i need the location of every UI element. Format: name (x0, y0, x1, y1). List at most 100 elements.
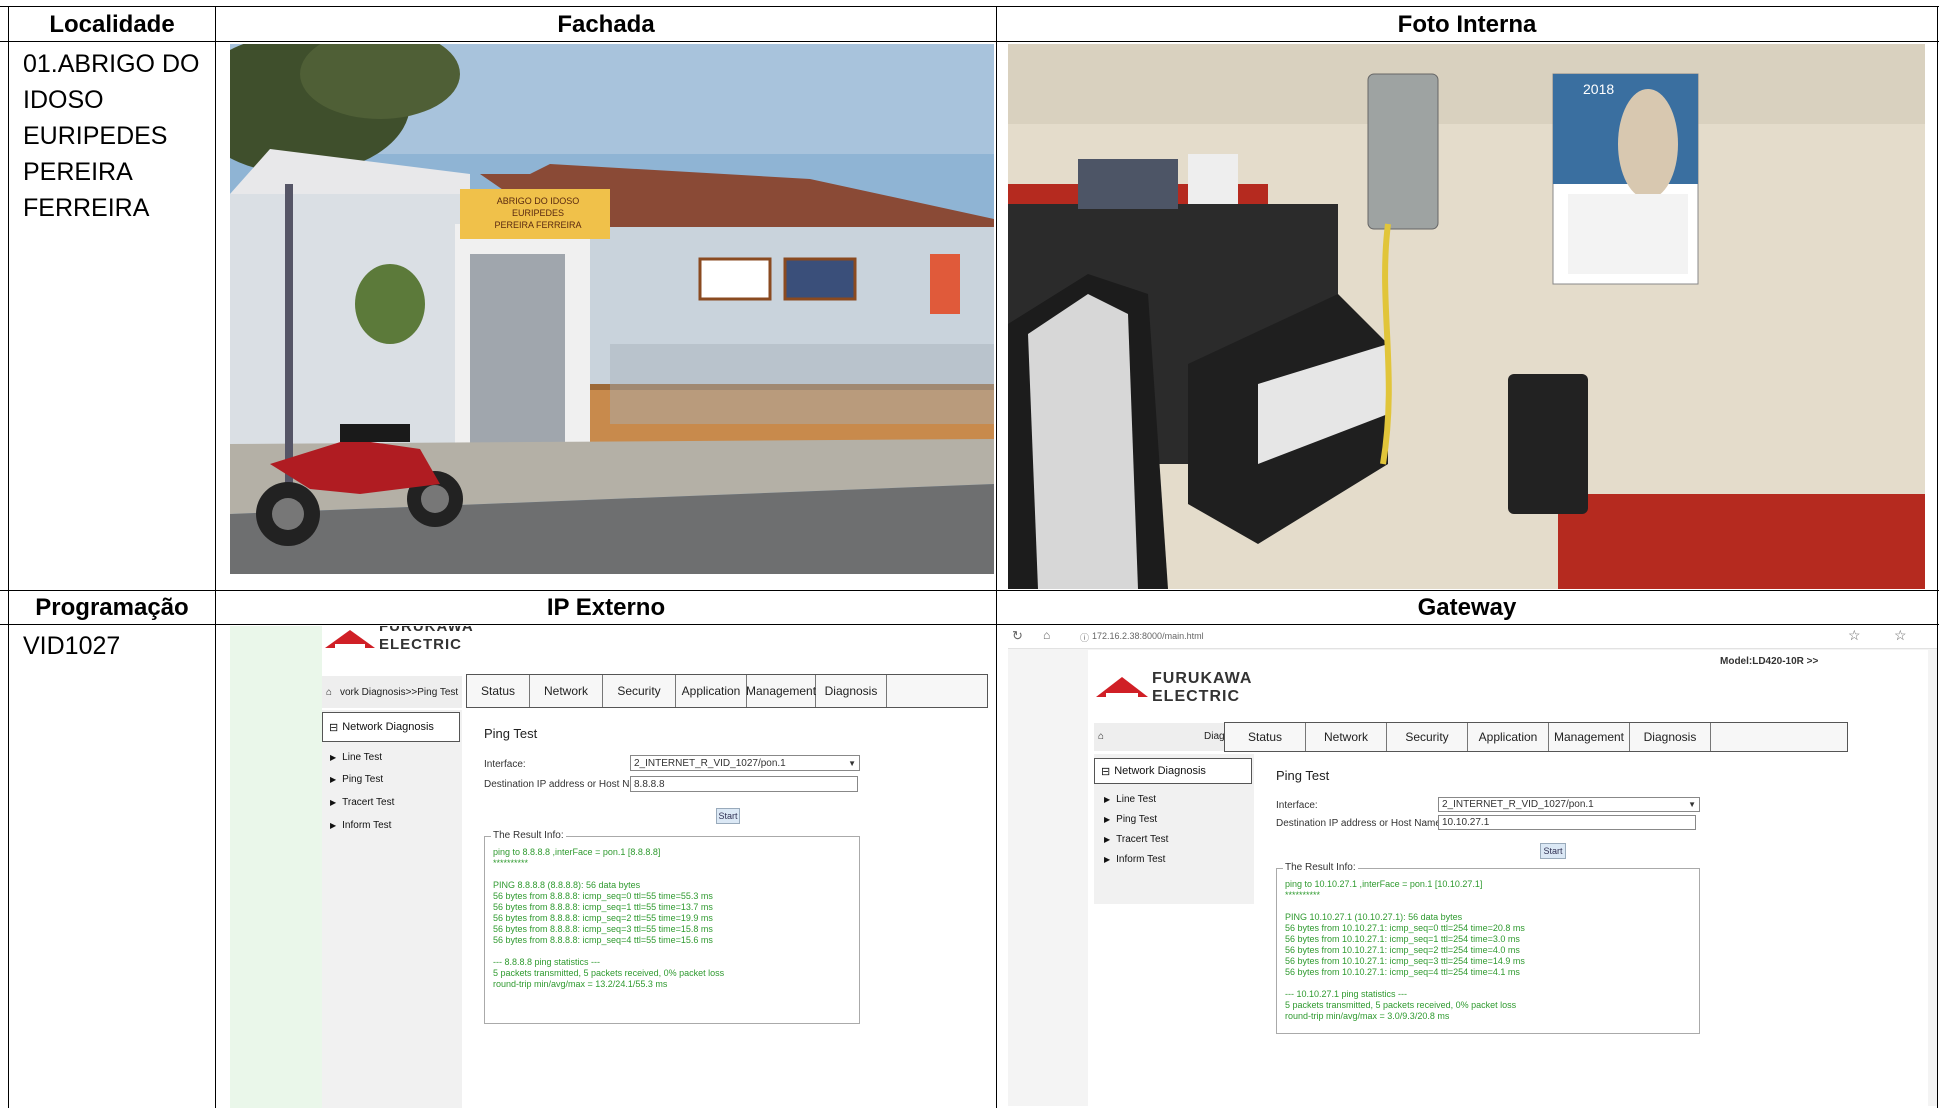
tab-application[interactable]: Application (676, 675, 747, 707)
result-line: 56 bytes from 10.10.27.1: icmp_seq=0 ttl… (1285, 923, 1525, 933)
collapse-icon[interactable]: ⊟ (1101, 765, 1110, 778)
collapse-icon[interactable]: ⊟ (329, 721, 338, 734)
result-legend: The Result Info: (1283, 862, 1358, 873)
sidebar-item-ping-test[interactable]: Ping Test (1104, 814, 1157, 825)
start-button[interactable]: Start (1540, 843, 1566, 859)
result-line: PING 8.8.8.8 (8.8.8.8): 56 data bytes (493, 880, 641, 890)
result-line: 56 bytes from 8.8.8.8: icmp_seq=4 ttl=55… (493, 935, 713, 945)
logo-line: ELECTRIC (1152, 688, 1240, 705)
localidade-line: 01.ABRIGO DO (23, 50, 200, 78)
sidebar-item-inform-test[interactable]: Inform Test (330, 820, 391, 831)
sidebar-head-network-diagnosis[interactable]: ⊟ Network Diagnosis (322, 712, 460, 742)
programacao-value: VID1027 (23, 632, 121, 660)
sidebar-item-ping-test[interactable]: Ping Test (330, 774, 383, 785)
tab-security[interactable]: Security (1387, 723, 1468, 751)
destination-label: Destination IP address or Host Name: (484, 779, 652, 790)
tab-status[interactable]: Status (467, 675, 530, 707)
calendar-year: 2018 (1583, 81, 1614, 97)
page-title: Ping Test (484, 726, 538, 741)
tab-status[interactable]: Status (1225, 723, 1306, 751)
start-button[interactable]: Start (716, 808, 740, 824)
result-line: ping to 10.10.27.1 ,interFace = pon.1 [1… (1285, 879, 1483, 889)
interface-value: 2_INTERNET_R_VID_1027/pon.1 (634, 757, 786, 769)
logo-line: FURUKAWA (379, 626, 474, 635)
fachada-sign-line: EURIPEDES (512, 208, 564, 218)
sidebar-head-label: Network Diagnosis (342, 721, 434, 733)
breadcrumb: ⌂ Diag (1094, 723, 1225, 751)
tab-management[interactable]: Management (746, 675, 816, 707)
result-line: 5 packets transmitted, 5 packets receive… (1285, 1000, 1517, 1010)
reload-icon[interactable]: ↻ (1012, 628, 1023, 644)
bookmarks-icon[interactable]: ☆ (1894, 627, 1907, 644)
tab-network[interactable]: Network (530, 675, 603, 707)
table-border-row1 (0, 41, 1939, 42)
sidebar-item-tracert-test[interactable]: Tracert Test (330, 797, 394, 808)
sidebar-item-tracert-test[interactable]: Tracert Test (1104, 834, 1168, 845)
tab-security[interactable]: Security (603, 675, 676, 707)
result-line: 56 bytes from 10.10.27.1: icmp_seq=4 ttl… (1285, 967, 1520, 977)
header-localidade: Localidade (49, 11, 175, 38)
sidebar-head-network-diagnosis[interactable]: ⊟ Network Diagnosis (1094, 758, 1252, 784)
bookmark-star-icon[interactable]: ☆ (1848, 627, 1861, 644)
result-line: 56 bytes from 10.10.27.1: icmp_seq=1 ttl… (1285, 934, 1520, 944)
table-border-col2 (996, 6, 997, 1108)
header-ip-externo: IP Externo (546, 594, 666, 621)
result-line: 56 bytes from 8.8.8.8: icmp_seq=3 ttl=55… (493, 924, 713, 934)
furukawa-logo-icon (325, 630, 375, 650)
result-legend: The Result Info: (491, 830, 566, 841)
result-line: 56 bytes from 8.8.8.8: icmp_seq=2 ttl=55… (493, 913, 713, 923)
localidade-line: IDOSO (23, 86, 104, 114)
foto-interna-photo: 2018 (1008, 44, 1925, 589)
result-line: round-trip min/avg/max = 13.2/24.1/55.3 … (493, 979, 668, 989)
sidebar: ⊟ Network Diagnosis Line Test Ping Test … (1094, 754, 1254, 904)
result-line: ping to 8.8.8.8 ,interFace = pon.1 [8.8.… (493, 847, 661, 857)
tab-diagnosis[interactable]: Diagnosis (816, 675, 887, 707)
destination-input[interactable]: 8.8.8.8 (630, 776, 858, 792)
result-line (1285, 978, 1525, 989)
result-line: 5 packets transmitted, 5 packets receive… (493, 968, 725, 978)
model-label: Model:LD420-10R >> (1720, 656, 1819, 667)
browser-toolbar: ↻ ⌂ ⓘ 172.16.2.38:8000/main.html ☆ ☆ (1008, 626, 1937, 649)
result-box: The Result Info: ping to 8.8.8.8 ,interF… (484, 830, 860, 1024)
table-border-right (1937, 6, 1938, 1108)
home-icon[interactable]: ⌂ (1043, 628, 1050, 642)
result-line (493, 946, 724, 957)
main-menu: Status Network Security Application Mana… (1224, 722, 1848, 752)
tab-application[interactable]: Application (1468, 723, 1549, 751)
sidebar-item-inform-test[interactable]: Inform Test (1104, 854, 1165, 865)
chevron-down-icon: ▼ (1688, 800, 1696, 809)
logo-line: FURUKAWA (1152, 670, 1253, 687)
main-menu: Status Network Security Application Mana… (466, 674, 988, 708)
sidebar-item-line-test[interactable]: Line Test (1104, 794, 1156, 805)
gateway-screenshot: ↻ ⌂ ⓘ 172.16.2.38:8000/main.html ☆ ☆ Mod… (1008, 626, 1937, 1106)
result-line: 56 bytes from 10.10.27.1: icmp_seq=3 ttl… (1285, 956, 1525, 966)
breadcrumb-text: Diag (1204, 731, 1225, 742)
header-foto-interna: Foto Interna (1397, 11, 1537, 38)
result-line: ********** (493, 858, 529, 868)
interface-select[interactable]: 2_INTERNET_R_VID_1027/pon.1 ▼ (630, 755, 860, 771)
result-line: 56 bytes from 8.8.8.8: icmp_seq=1 ttl=55… (493, 902, 713, 912)
result-line: --- 10.10.27.1 ping statistics --- (1285, 989, 1408, 999)
tab-management[interactable]: Management (1549, 723, 1630, 751)
tab-network[interactable]: Network (1306, 723, 1387, 751)
result-line: round-trip min/avg/max = 3.0/9.3/20.8 ms (1285, 1011, 1450, 1021)
tab-diagnosis[interactable]: Diagnosis (1630, 723, 1711, 751)
header-gateway: Gateway (1417, 594, 1517, 621)
result-line: ********** (1285, 890, 1321, 900)
header-programacao: Programação (35, 594, 189, 621)
result-line (493, 869, 724, 880)
sidebar-item-line-test[interactable]: Line Test (330, 752, 382, 763)
table-border-col1 (215, 6, 216, 1108)
interface-label: Interface: (1276, 800, 1318, 811)
interface-select[interactable]: 2_INTERNET_R_VID_1027/pon.1 ▼ (1438, 797, 1700, 812)
localidade-line: EURIPEDES (23, 122, 168, 150)
result-line: 56 bytes from 8.8.8.8: icmp_seq=0 ttl=55… (493, 891, 713, 901)
localidade-line: PEREIRA (23, 158, 133, 186)
interface-label: Interface: (484, 759, 526, 770)
result-lines: ping to 8.8.8.8 ,interFace = pon.1 [8.8.… (493, 847, 724, 990)
fachada-sign-line: PEREIRA FERREIRA (494, 220, 581, 230)
url-bar[interactable]: 172.16.2.38:8000/main.html (1092, 631, 1204, 641)
home-icon[interactable]: ⌂ (1098, 731, 1104, 742)
home-icon[interactable]: ⌂ (326, 687, 332, 698)
destination-input[interactable]: 10.10.27.1 (1438, 815, 1696, 830)
